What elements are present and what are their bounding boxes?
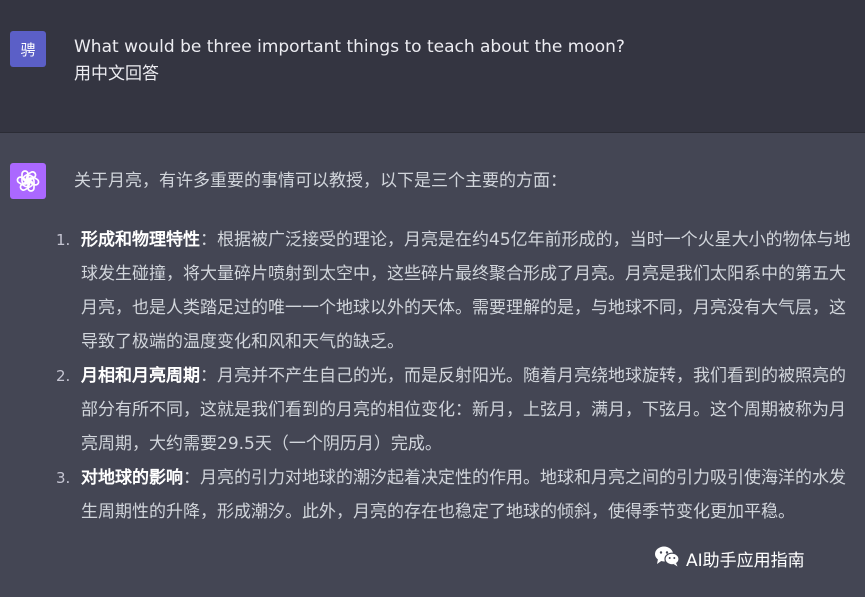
answer-list: 1. 形成和物理特性：根据被广泛接受的理论，月亮是在约45亿年前形成的，当时一个… [50,223,855,529]
watermark: AI助手应用指南 [654,545,805,572]
user-message-line-2: 用中文回答 [74,64,159,84]
list-item: 1. 形成和物理特性：根据被广泛接受的理论，月亮是在约45亿年前形成的，当时一个… [50,223,855,359]
list-item-title: 形成和物理特性 [81,230,200,250]
chatgpt-logo-icon [10,163,46,199]
user-message-text: What would be three important things to … [74,34,625,88]
list-item-text: ：月亮的引力对地球的潮汐起着决定性的作用。地球和月亮之间的引力吸引使海洋的水发生… [81,468,846,522]
wechat-icon [654,545,680,572]
user-avatar: 骋 [10,31,46,67]
user-message-line-1: What would be three important things to … [74,37,625,57]
list-item-title: 对地球的影响 [81,468,183,488]
list-item-number: 3. [56,469,71,487]
list-item-number: 2. [56,367,71,385]
watermark-text: AI助手应用指南 [686,551,805,571]
list-item: 2. 月相和月亮周期：月亮并不产生自己的光，而是反射阳光。随着月亮绕地球旋转，我… [50,359,855,461]
user-avatar-text: 骋 [20,40,36,59]
user-message: 骋 What would be three important things t… [0,0,865,133]
list-item-number: 1. [56,231,71,249]
list-item: 3. 对地球的影响：月亮的引力对地球的潮汐起着决定性的作用。地球和月亮之间的引力… [50,461,855,529]
answer-intro: 关于月亮，有许多重要的事情可以教授，以下是三个主要的方面： [74,171,567,191]
list-item-title: 月相和月亮周期 [81,366,200,386]
